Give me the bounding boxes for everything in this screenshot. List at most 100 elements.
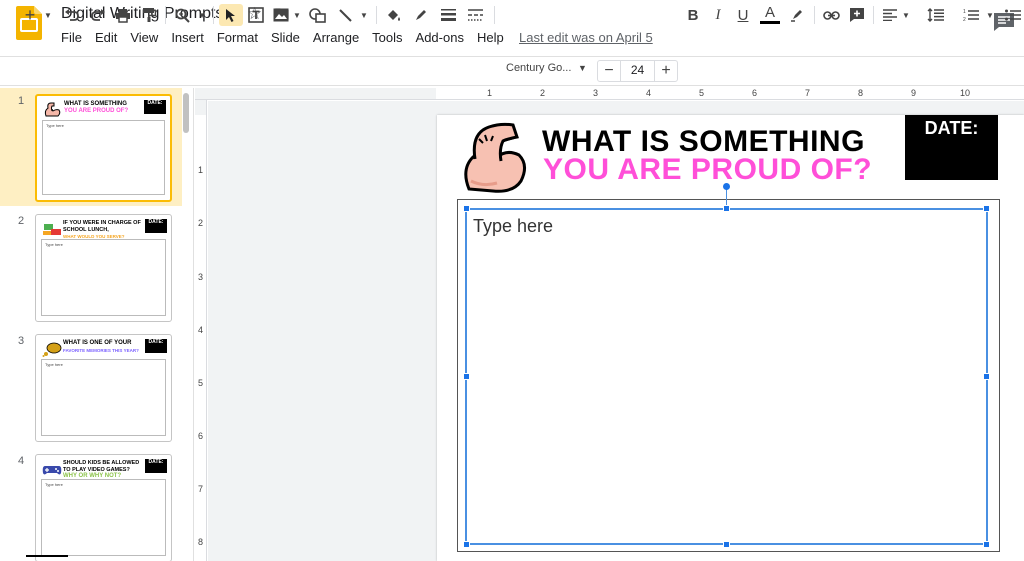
slide-canvas[interactable]: WHAT IS SOMETHING YOU ARE PROUD OF? DATE… [437,115,1024,561]
font-size-input[interactable]: 24 [620,60,655,82]
align-dropdown[interactable]: ▼ [900,4,912,26]
menu-arrange[interactable]: Arrange [313,30,359,48]
undo-icon[interactable] [62,4,82,26]
ruler-label: 3 [198,272,204,282]
select-tool-icon[interactable] [219,4,243,26]
prompt-title-line2[interactable]: YOU ARE PROUD OF? [543,153,872,187]
answer-text-box[interactable]: Type here [465,208,988,545]
align-left-icon[interactable] [880,4,900,26]
numbered-list-dropdown[interactable]: ▼ [984,4,996,26]
thumb-title-line1: IF YOU WERE IN CHARGE OF SCHOOL LUNCH, [63,220,141,233]
menu-tools[interactable]: Tools [372,30,402,48]
border-weight-icon[interactable] [438,4,458,26]
menu-edit[interactable]: Edit [95,30,117,48]
shape-tool-icon[interactable] [307,4,327,26]
border-color-icon[interactable] [411,4,431,26]
slide-thumbnail-2[interactable]: 2 IF YOU WERE IN CHARGE OF SCHOOL LUNCH,… [0,208,182,326]
thumbnail-preview[interactable]: WHAT IS ONE OF YOUR FAVORITE MEMORIES TH… [35,334,172,442]
zoom-dropdown[interactable]: ▼ [196,4,208,26]
filmstrip-divider [26,555,68,557]
new-slide-layout-dropdown[interactable]: ▼ [42,4,54,26]
paint-format-icon[interactable] [139,4,159,26]
thumb-title-line2: FAVORITE MEMORIES THIS YEAR? [63,348,139,353]
menu-slide[interactable]: Slide [271,30,300,48]
font-dropdown-icon[interactable]: ▼ [578,63,587,73]
thumbnail-preview[interactable]: WHAT IS SOMETHING YOU ARE PROUD OF? DATE… [35,94,172,202]
increase-font-size-button[interactable]: + [655,62,677,80]
ruler-label: 2 [198,218,204,228]
line-dropdown[interactable]: ▼ [358,4,370,26]
line-tool-icon[interactable] [335,4,355,26]
flexed-arm-icon[interactable] [463,119,531,195]
font-size-control: − 24 + [597,60,678,82]
resize-handle-sw[interactable] [463,541,470,548]
resize-handle-se[interactable] [983,541,990,548]
ruler-label: 10 [960,88,971,98]
rotation-handle[interactable] [723,183,730,190]
new-slide-button[interactable]: + [20,4,40,26]
menu-add-ons[interactable]: Add-ons [416,30,464,48]
thumb-placeholder: Type here [46,123,64,128]
menu-help[interactable]: Help [477,30,504,48]
slide-number: 1 [18,95,25,107]
horizontal-ruler-margin [195,88,436,100]
resize-handle-s[interactable] [723,541,730,548]
menu-file[interactable]: File [61,30,82,48]
italic-button[interactable]: I [709,4,727,26]
menu-view[interactable]: View [130,30,158,48]
ruler-label: 1 [487,88,493,98]
thumb-text-box: Type here [41,359,166,436]
last-edit-link[interactable]: Last edit was on April 5 [519,30,653,45]
toolbar-divider [814,6,815,24]
bold-button[interactable]: B [684,4,702,26]
toolbar-divider [165,6,166,24]
slide-thumbnail-4[interactable]: 4 SHOULD KIDS BE ALLOWED TO PLAY VIDEO G… [0,448,182,561]
date-box[interactable]: DATE: [905,115,998,180]
ruler-label: 4 [198,325,204,335]
menu-format[interactable]: Format [217,30,258,48]
horizontal-ruler[interactable]: 1 2 3 4 5 6 7 8 9 10 [436,88,1024,100]
thumb-date-box: DATE: [145,339,167,353]
thumb-text-box: Type here [41,479,166,556]
resize-handle-ne[interactable] [983,205,990,212]
redo-icon[interactable] [88,4,108,26]
underline-button[interactable]: U [734,4,752,26]
slide-thumbnail-3[interactable]: 3 WHAT IS ONE OF YOUR FAVORITE MEMORIES … [0,328,182,446]
highlight-color-icon[interactable] [787,4,807,26]
filmstrip-scrollbar[interactable] [183,93,189,133]
thumbnail-preview[interactable]: SHOULD KIDS BE ALLOWED TO PLAY VIDEO GAM… [35,454,172,561]
decrease-font-size-button[interactable]: − [598,62,620,80]
line-spacing-icon[interactable] [925,4,945,26]
rotation-stem [726,187,727,207]
slide-thumbnail-1[interactable]: 1 WHAT IS SOMETHING YOU ARE PROUD OF? DA… [0,88,182,206]
add-comment-icon[interactable] [847,4,867,26]
zoom-icon[interactable] [172,4,192,26]
thumbnail-preview[interactable]: IF YOU WERE IN CHARGE OF SCHOOL LUNCH, W… [35,214,172,322]
ruler-label: 6 [198,431,204,441]
ruler-label: 6 [752,88,758,98]
insert-link-icon[interactable] [821,4,841,26]
border-dash-icon[interactable] [465,4,485,26]
slide-filmstrip: 1 WHAT IS SOMETHING YOU ARE PROUD OF? DA… [0,88,194,561]
print-icon[interactable] [113,4,133,26]
slide-number: 2 [18,215,25,227]
ruler-label: 7 [198,484,204,494]
menu-insert[interactable]: Insert [171,30,204,48]
vertical-ruler[interactable]: 1 2 3 4 5 6 7 8 [195,115,207,561]
resize-handle-n[interactable] [723,205,730,212]
image-tool-icon[interactable] [271,4,291,26]
bulleted-list-icon[interactable] [1003,4,1023,26]
numbered-list-icon[interactable]: 12 [961,4,981,26]
resize-handle-e[interactable] [983,373,990,380]
menu-bar: File Edit View Insert Format Slide Arran… [61,30,517,48]
slide-number: 4 [18,455,25,467]
thumb-title-line1: WHAT IS SOMETHING [64,101,127,107]
image-dropdown[interactable]: ▼ [291,4,303,26]
text-color-button[interactable]: A [760,4,780,24]
resize-handle-w[interactable] [463,373,470,380]
resize-handle-nw[interactable] [463,205,470,212]
text-box-content[interactable]: Type here [473,216,553,237]
fill-color-icon[interactable] [384,4,404,26]
thumb-text-box: Type here [41,239,166,316]
text-box-tool-icon[interactable] [246,4,266,26]
